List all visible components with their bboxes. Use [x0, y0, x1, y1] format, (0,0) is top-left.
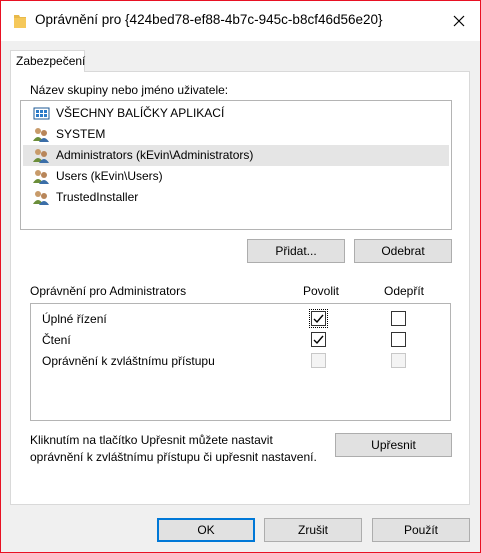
- advanced-button[interactable]: Upřesnit: [335, 433, 452, 457]
- cancel-button[interactable]: Zrušit: [264, 518, 362, 542]
- permissions-list: Úplné řízení Čtení Oprávnění k zvláštním…: [30, 303, 451, 421]
- allow-full-control-checkbox[interactable]: [309, 309, 328, 328]
- advanced-note: Kliknutím na tlačítko Upřesnit můžete na…: [30, 433, 317, 464]
- allow-special-checkbox: [311, 353, 326, 368]
- apply-button[interactable]: Použít: [372, 518, 470, 542]
- list-item[interactable]: VŠECHNY BALÍČKY APLIKACÍ: [23, 103, 449, 124]
- permission-row-read: Čtení: [31, 330, 449, 351]
- allow-column-header: Povolit: [303, 284, 340, 298]
- user-group-icon: [33, 149, 49, 163]
- title-bar[interactable]: Oprávnění pro {424bed78-ef88-4b7c-945c-b…: [1, 1, 480, 41]
- permission-row-full-control: Úplné řízení: [31, 309, 449, 330]
- deny-full-control-checkbox[interactable]: [391, 311, 406, 326]
- folder-icon: [14, 15, 26, 28]
- tab-security[interactable]: Zabezpečení: [10, 50, 85, 72]
- ok-button[interactable]: OK: [157, 518, 255, 542]
- user-group-icon: [33, 191, 49, 205]
- permissions-header: Oprávnění pro Administrators: [30, 284, 187, 298]
- list-item-label: VŠECHNY BALÍČKY APLIKACÍ: [56, 106, 225, 120]
- permission-name: Oprávnění k zvláštnímu přístupu: [42, 354, 215, 368]
- groups-label: Název skupiny nebo jméno uživatele:: [30, 83, 229, 97]
- window-title: Oprávnění pro {424bed78-ef88-4b7c-945c-b…: [35, 12, 383, 27]
- close-icon: [453, 15, 465, 27]
- remove-button[interactable]: Odebrat: [354, 239, 452, 263]
- permissions-dialog: Oprávnění pro {424bed78-ef88-4b7c-945c-b…: [0, 0, 481, 553]
- list-item-label: TrustedInstaller: [56, 190, 139, 204]
- list-item-label: Users (kEvin\Users): [56, 169, 163, 183]
- permission-name: Čtení: [42, 333, 71, 347]
- app-packages-icon: [33, 107, 50, 120]
- list-item-label: Administrators (kEvin\Administrators): [56, 148, 254, 162]
- list-item[interactable]: Administrators (kEvin\Administrators): [23, 145, 449, 166]
- add-button[interactable]: Přidat...: [247, 239, 345, 263]
- list-item[interactable]: TrustedInstaller: [23, 187, 449, 208]
- list-item[interactable]: SYSTEM: [23, 124, 449, 145]
- deny-read-checkbox[interactable]: [391, 332, 406, 347]
- checkmark-icon: [313, 335, 324, 345]
- list-item-label: SYSTEM: [56, 127, 106, 141]
- checkmark-icon: [313, 314, 324, 324]
- list-item[interactable]: Users (kEvin\Users): [23, 166, 449, 187]
- deny-special-checkbox: [391, 353, 406, 368]
- close-button[interactable]: [444, 7, 474, 35]
- permission-row-special: Oprávnění k zvláštnímu přístupu: [31, 351, 449, 372]
- allow-read-checkbox[interactable]: [311, 332, 326, 347]
- user-group-icon: [33, 128, 49, 142]
- permission-name: Úplné řízení: [42, 312, 107, 326]
- user-group-icon: [33, 170, 49, 184]
- deny-column-header: Odepřít: [384, 284, 425, 298]
- groups-listbox[interactable]: VŠECHNY BALÍČKY APLIKACÍ SYSTEM Administ…: [20, 100, 452, 230]
